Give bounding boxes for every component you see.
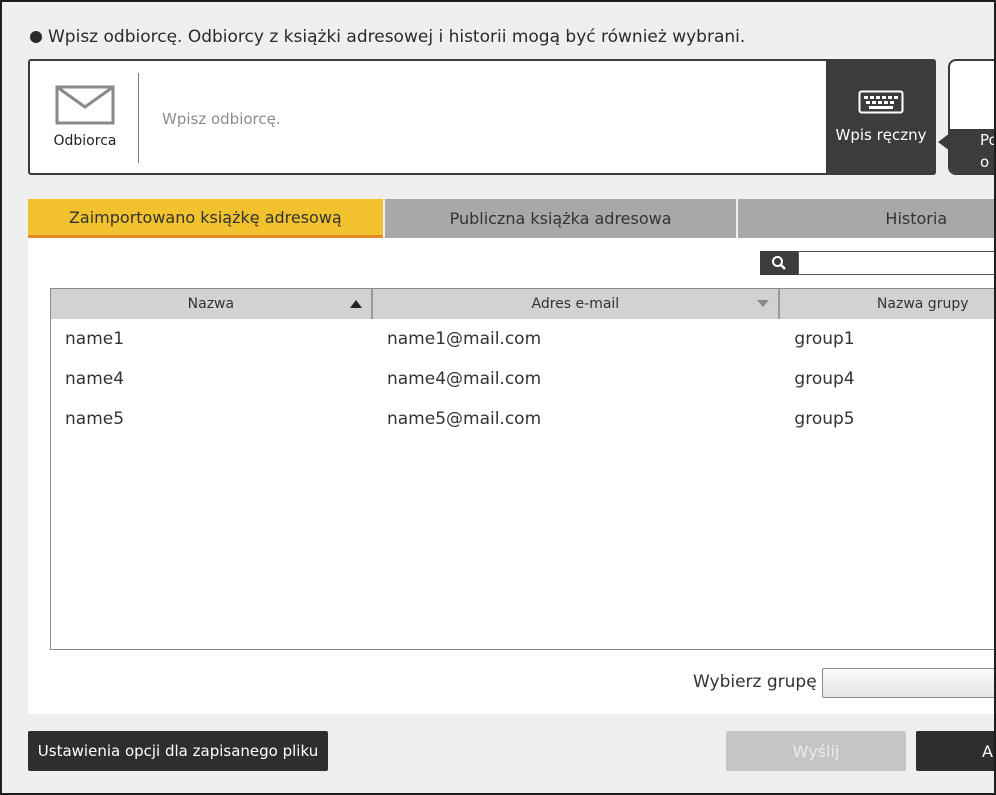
table-header: Nazwa Adres e-mail Nazwa grupy	[51, 289, 994, 319]
table-row[interactable]: name1 name1@mail.com group1	[51, 319, 994, 359]
tab-public-address-book[interactable]: Publiczna książka adresowa	[384, 199, 737, 238]
header-name-label: Nazwa	[187, 296, 235, 312]
recipient-icon-label: Odbiorca	[53, 133, 117, 149]
header-group[interactable]: Nazwa grupy	[780, 289, 994, 319]
manual-entry-button[interactable]: Wpis ręczny	[826, 59, 936, 175]
table-row[interactable]: name4 name4@mail.com group4	[51, 359, 994, 399]
cell-email: name4@mail.com	[386, 369, 542, 389]
dialog-frame: Wpisz odbiorcę. Odbiorcy z książki adres…	[0, 0, 996, 795]
tab-history[interactable]: Historia	[738, 199, 994, 238]
sort-descending-icon	[756, 300, 769, 307]
cell-name: name4	[65, 369, 125, 389]
envelope-icon	[55, 85, 115, 125]
side-panel: Po o	[948, 59, 996, 175]
header-email-label: Adres e-mail	[531, 296, 620, 312]
header-email[interactable]: Adres e-mail	[373, 289, 780, 319]
group-select-label: Wybierz grupę	[693, 672, 817, 692]
recipient-box: Odbiorca Wpis ręczny	[28, 59, 936, 175]
cancel-button[interactable]: An	[916, 731, 994, 771]
send-button[interactable]: Wyślij	[726, 731, 906, 771]
cell-name: name1	[65, 329, 125, 349]
table-row[interactable]: name5 name5@mail.com group5	[51, 399, 994, 439]
search-input[interactable]	[798, 251, 994, 275]
sort-ascending-icon	[349, 300, 362, 308]
tab-content-panel: Nazwa Adres e-mail Nazwa grupy name1 nam…	[28, 238, 994, 714]
cell-email: name5@mail.com	[386, 409, 542, 429]
address-book-tabs: Zaimportowano książkę adresową Publiczna…	[28, 199, 994, 238]
instruction-text: Wpisz odbiorcę. Odbiorcy z książki adres…	[30, 27, 745, 47]
cell-group: group5	[794, 409, 855, 429]
cell-group: group4	[794, 369, 855, 389]
keyboard-icon	[858, 90, 904, 114]
bullet-icon	[30, 31, 42, 43]
saved-file-settings-button[interactable]: Ustawienia opcji dla zapisanego pliku	[28, 731, 328, 771]
side-panel-button-label: Po o	[980, 131, 996, 171]
cell-email: name1@mail.com	[386, 329, 542, 349]
recipient-divider	[138, 73, 139, 163]
cell-name: name5	[65, 409, 125, 429]
address-table: Nazwa Adres e-mail Nazwa grupy name1 nam…	[50, 288, 994, 650]
cell-group: group1	[794, 329, 855, 349]
side-panel-button[interactable]: Po o	[950, 129, 996, 173]
search-button[interactable]	[760, 251, 798, 275]
group-select[interactable]	[822, 668, 994, 698]
manual-entry-label: Wpis ręczny	[835, 126, 927, 144]
header-group-label: Nazwa grupy	[876, 296, 969, 312]
instruction-label: Wpisz odbiorcę. Odbiorcy z książki adres…	[48, 27, 746, 47]
recipient-input[interactable]	[160, 109, 804, 129]
header-name[interactable]: Nazwa	[51, 289, 373, 319]
search-icon	[772, 256, 786, 270]
recipient-icon-area: Odbiorca	[30, 61, 140, 173]
tab-imported-address-book[interactable]: Zaimportowano książkę adresową	[28, 199, 383, 238]
